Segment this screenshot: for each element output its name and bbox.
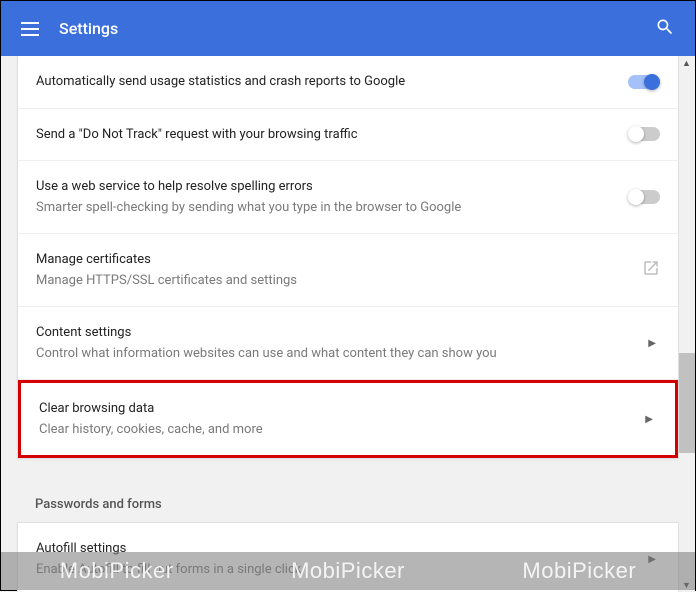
scroll-up-icon[interactable]: ▲ — [682, 58, 692, 68]
row-sub: Enable Autofill to fill out forms in a s… — [36, 560, 648, 580]
row-content-settings[interactable]: Content settings Control what informatio… — [18, 307, 678, 380]
row-title: Clear browsing data — [39, 399, 645, 419]
row-spelling[interactable]: Use a web service to help resolve spelli… — [18, 161, 678, 234]
row-sub: Smarter spell-checking by sending what y… — [36, 198, 628, 218]
row-sub: Manage HTTPS/SSL certificates and settin… — [36, 271, 642, 291]
row-title: Send a "Do Not Track" request with your … — [36, 125, 628, 145]
row-text: Automatically send usage statistics and … — [36, 72, 628, 92]
passwords-card: Autofill settings Enable Autofill to fil… — [17, 522, 679, 592]
row-sub: Clear history, cookies, cache, and more — [39, 420, 645, 440]
row-title: Content settings — [36, 323, 648, 343]
row-text: Content settings Control what informatio… — [36, 323, 648, 363]
scroll-down-icon[interactable]: ▼ — [682, 580, 692, 590]
menu-icon[interactable] — [21, 22, 39, 36]
privacy-card: Automatically send usage statistics and … — [17, 56, 679, 459]
section-header-passwords: Passwords and forms — [17, 475, 695, 522]
content-area: Automatically send usage statistics and … — [1, 56, 695, 592]
header-left: Settings — [21, 19, 118, 38]
toggle-do-not-track[interactable] — [628, 127, 660, 141]
row-do-not-track[interactable]: Send a "Do Not Track" request with your … — [18, 109, 678, 162]
page-title: Settings — [59, 19, 118, 38]
row-text: Send a "Do Not Track" request with your … — [36, 125, 628, 145]
row-text: Autofill settings Enable Autofill to fil… — [36, 539, 648, 579]
external-link-icon — [642, 259, 660, 281]
row-title: Use a web service to help resolve spelli… — [36, 177, 628, 197]
app-header: Settings — [1, 1, 695, 56]
scrollbar[interactable]: ▲ ▼ — [679, 56, 695, 592]
row-title: Autofill settings — [36, 539, 648, 559]
row-text: Clear browsing data Clear history, cooki… — [39, 399, 645, 439]
chevron-right-icon: ▶ — [645, 414, 657, 425]
row-clear-browsing-data[interactable]: Clear browsing data Clear history, cooki… — [18, 380, 678, 458]
chevron-right-icon: ▶ — [648, 554, 660, 565]
chevron-right-icon: ▶ — [648, 338, 660, 349]
scroll-thumb[interactable] — [679, 353, 695, 453]
row-text: Use a web service to help resolve spelli… — [36, 177, 628, 217]
row-text: Manage certificates Manage HTTPS/SSL cer… — [36, 250, 642, 290]
toggle-usage-stats[interactable] — [628, 75, 660, 89]
row-title: Automatically send usage statistics and … — [36, 72, 628, 92]
row-sub: Control what information websites can us… — [36, 344, 648, 364]
row-autofill-settings[interactable]: Autofill settings Enable Autofill to fil… — [18, 523, 678, 592]
row-manage-certificates[interactable]: Manage certificates Manage HTTPS/SSL cer… — [18, 234, 678, 307]
toggle-spelling[interactable] — [628, 190, 660, 204]
row-usage-stats[interactable]: Automatically send usage statistics and … — [18, 56, 678, 109]
row-title: Manage certificates — [36, 250, 642, 270]
search-icon[interactable] — [655, 17, 675, 41]
